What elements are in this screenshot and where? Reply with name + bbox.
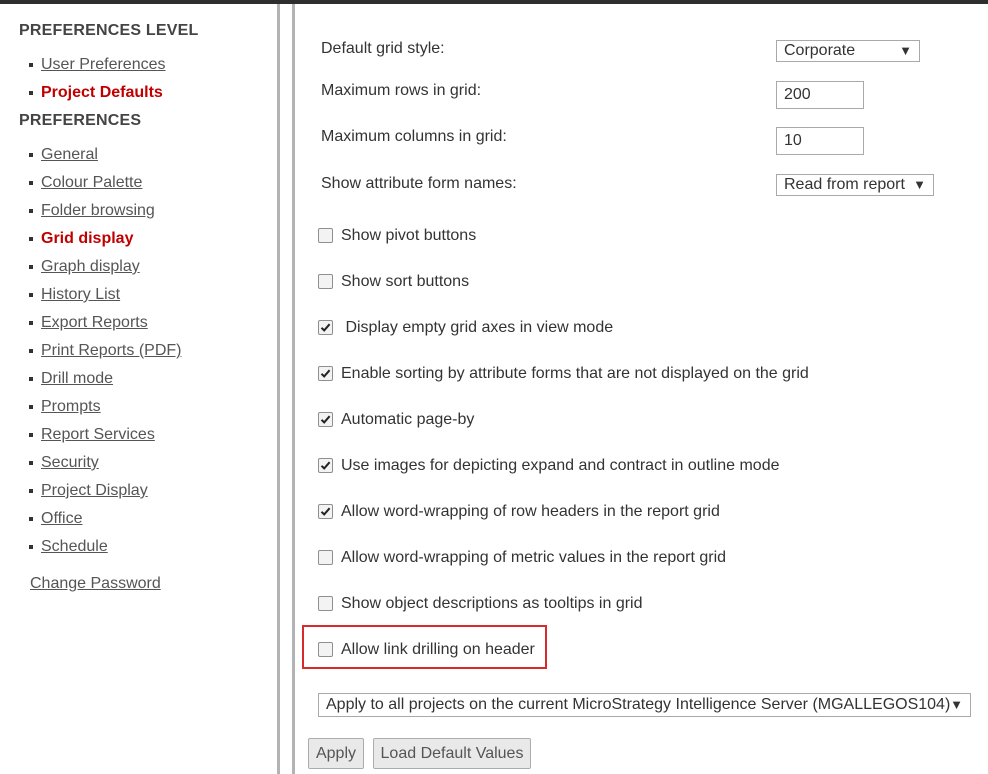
checkbox[interactable] — [318, 504, 333, 519]
checkbox[interactable] — [318, 274, 333, 289]
attribute-form-names-value: Read from report — [784, 176, 905, 193]
bullet-icon — [29, 377, 33, 381]
sidebar-item-label[interactable]: User Preferences — [41, 55, 166, 75]
bullet-icon — [29, 91, 33, 95]
checkbox-label: Show pivot buttons — [341, 227, 477, 244]
grid-style-label: Default grid style: — [321, 40, 445, 57]
apply-scope-value: Apply to all projects on the current Mic… — [326, 696, 951, 713]
bullet-icon — [29, 433, 33, 437]
bullet-icon — [29, 517, 33, 521]
attribute-form-names-label: Show attribute form names: — [321, 175, 517, 192]
sidebar-item-label[interactable]: Export Reports — [41, 313, 148, 333]
bullet-icon — [29, 349, 33, 353]
checkbox[interactable] — [318, 366, 333, 381]
max-rows-label: Maximum rows in grid: — [321, 82, 482, 99]
bullet-icon — [29, 181, 33, 185]
dropdown-arrow-icon: ▼ — [899, 43, 912, 58]
checkbox-label: Use images for depicting expand and cont… — [341, 457, 780, 474]
bullet-icon — [29, 63, 33, 67]
sidebar-item-label[interactable]: Graph display — [41, 257, 140, 277]
sidebar-item-label[interactable]: Project Display — [41, 481, 148, 501]
bullet-icon — [29, 405, 33, 409]
checkbox[interactable] — [318, 228, 333, 243]
sidebar-item-label[interactable]: Prompts — [41, 397, 101, 417]
load-default-values-button[interactable]: Load Default Values — [373, 738, 531, 769]
highlight-box — [302, 625, 547, 669]
max-columns-label: Maximum columns in grid: — [321, 128, 507, 145]
bullet-icon — [29, 209, 33, 213]
sidebar-item-label[interactable]: Office — [41, 509, 83, 529]
sidebar-item-label[interactable]: Grid display — [41, 229, 133, 249]
sidebar-item-label[interactable]: Colour Palette — [41, 173, 142, 193]
bullet-icon — [29, 545, 33, 549]
bullet-icon — [29, 461, 33, 465]
sidebar-item-label[interactable]: Print Reports (PDF) — [41, 341, 181, 361]
max-rows-input[interactable]: 200 — [776, 81, 864, 109]
checkbox-label: Display empty grid axes in view mode — [341, 319, 614, 336]
dropdown-arrow-icon: ▼ — [913, 177, 926, 192]
checkbox-label: Enable sorting by attribute forms that a… — [341, 365, 809, 382]
change-password-link[interactable]: Change Password — [30, 575, 161, 593]
checkbox-label: Automatic page-by — [341, 411, 475, 428]
preferences-title: PREFERENCES — [19, 112, 142, 129]
grid-style-value: Corporate — [784, 42, 856, 59]
sidebar-item-label[interactable]: Folder browsing — [41, 201, 155, 221]
bullet-icon — [29, 265, 33, 269]
dropdown-arrow-icon: ▼ — [950, 697, 963, 712]
max-columns-input[interactable]: 10 — [776, 127, 864, 155]
checkbox[interactable] — [318, 596, 333, 611]
checkbox[interactable] — [318, 550, 333, 565]
sidebar-item-label[interactable]: History List — [41, 285, 120, 305]
sidebar-item-label[interactable]: Schedule — [41, 537, 108, 557]
apply-scope-select[interactable]: Apply to all projects on the current Mic… — [318, 693, 971, 717]
bullet-icon — [29, 237, 33, 241]
bullet-icon — [29, 153, 33, 157]
grid-style-select[interactable]: Corporate ▼ — [776, 40, 920, 62]
apply-button[interactable]: Apply — [308, 738, 364, 769]
bullet-icon — [29, 321, 33, 325]
sidebar-divider — [277, 4, 280, 774]
checkbox-label: Show object descriptions as tooltips in … — [341, 595, 643, 612]
checkbox[interactable] — [318, 320, 333, 335]
checkbox[interactable] — [318, 412, 333, 427]
sidebar-item-label[interactable]: Security — [41, 453, 99, 473]
preferences-sidebar: PREFERENCES LEVEL User Preferences Projec… — [0, 4, 276, 774]
bullet-icon — [29, 293, 33, 297]
sidebar-item-label[interactable]: General — [41, 145, 98, 165]
sidebar-item-label[interactable]: Report Services — [41, 425, 155, 445]
content-divider — [292, 4, 295, 774]
attribute-form-names-select[interactable]: Read from report ▼ — [776, 174, 934, 196]
preferences-level-title: PREFERENCES LEVEL — [19, 22, 199, 39]
checkbox-label: Allow word-wrapping of metric values in … — [341, 549, 727, 566]
checkbox[interactable] — [318, 458, 333, 473]
bullet-icon — [29, 489, 33, 493]
checkbox-label: Show sort buttons — [341, 273, 470, 290]
sidebar-item-label[interactable]: Project Defaults — [41, 83, 163, 103]
checkbox-label: Allow word-wrapping of row headers in th… — [341, 503, 720, 520]
sidebar-item-label[interactable]: Drill mode — [41, 369, 113, 389]
